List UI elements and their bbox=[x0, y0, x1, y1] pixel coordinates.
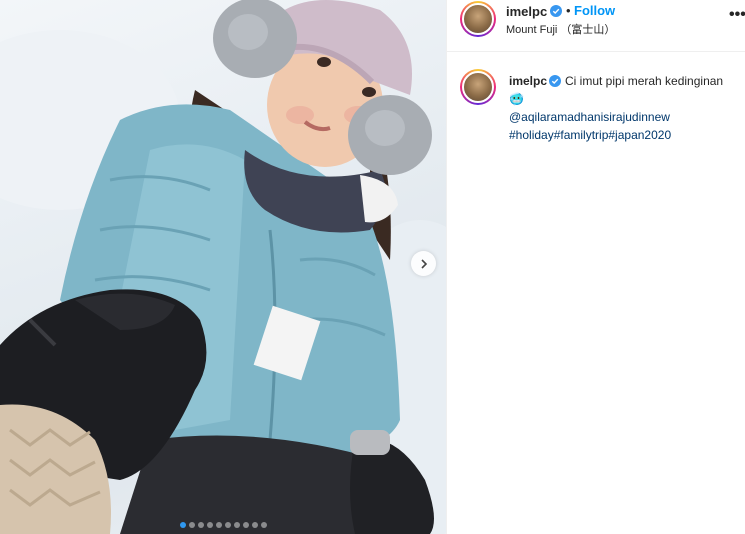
carousel-dot bbox=[206, 522, 213, 528]
carousel-dot bbox=[233, 522, 240, 528]
location-link[interactable]: Mount Fuji （富士山） bbox=[506, 21, 615, 37]
next-image-button[interactable] bbox=[411, 251, 436, 276]
caption-author-avatar[interactable] bbox=[460, 69, 496, 105]
post-details-panel: imelpc • Follow Mount Fuji （富士山） ••• ime… bbox=[446, 0, 745, 534]
verified-badge-icon bbox=[550, 5, 562, 17]
carousel-dot bbox=[215, 522, 222, 528]
carousel-dot bbox=[251, 522, 258, 528]
mention-link[interactable]: @aqilaramadhanisirajudinnew bbox=[509, 108, 739, 126]
post-header: imelpc • Follow Mount Fuji （富士山） ••• bbox=[447, 0, 745, 52]
author-avatar[interactable] bbox=[460, 1, 496, 37]
verified-badge-icon bbox=[549, 75, 562, 87]
chevron-right-icon bbox=[420, 258, 427, 269]
photo-image bbox=[0, 0, 446, 534]
caption-author-username[interactable]: imelpc bbox=[509, 74, 547, 88]
author-username[interactable]: imelpc bbox=[506, 4, 547, 19]
hashtags-link[interactable]: #holiday#familytrip#japan2020 bbox=[509, 126, 739, 144]
caption-body: imelpc Ci imut pipi merah kedinginan 🥶 @a… bbox=[509, 72, 739, 144]
carousel-dot bbox=[242, 522, 249, 528]
follow-button[interactable]: Follow bbox=[574, 3, 615, 18]
more-options-icon[interactable]: ••• bbox=[729, 6, 745, 24]
post-photo[interactable] bbox=[0, 0, 446, 534]
carousel-dot bbox=[179, 522, 186, 528]
header-separator: • bbox=[566, 3, 571, 18]
carousel-dot bbox=[260, 522, 267, 528]
carousel-indicator bbox=[0, 522, 446, 528]
carousel-dot bbox=[224, 522, 231, 528]
carousel-dot bbox=[197, 522, 204, 528]
carousel-dot bbox=[188, 522, 195, 528]
